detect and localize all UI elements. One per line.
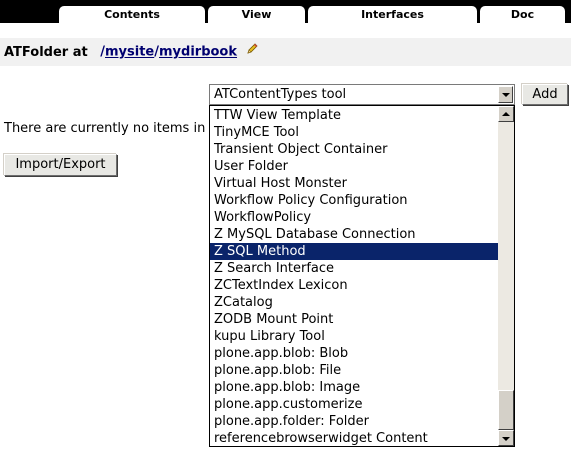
tab-interfaces[interactable]: Interfaces <box>308 6 477 23</box>
empty-folder-message: There are currently no items in <box>4 121 206 136</box>
breadcrumb-link-mydirbook[interactable]: mydirbook <box>159 45 237 60</box>
chevron-down-icon <box>502 437 510 441</box>
dropdown-option[interactable]: Z Search Interface <box>210 260 498 277</box>
add-button[interactable]: Add <box>522 84 568 105</box>
dropdown-option[interactable]: User Folder <box>210 158 498 175</box>
scroll-up-button[interactable] <box>498 106 514 122</box>
dropdown-option[interactable]: plone.app.folder: Folder <box>210 413 498 430</box>
dropdown-option[interactable]: ZCatalog <box>210 294 498 311</box>
dropdown-option[interactable]: Workflow Policy Configuration <box>210 192 498 209</box>
dropdown-option[interactable]: plone.app.blob: Image <box>210 379 498 396</box>
chevron-down-icon <box>502 93 510 97</box>
dropdown-option[interactable]: Transient Object Container <box>210 141 498 158</box>
dropdown-option[interactable]: referencebrowserwidget Content <box>210 430 498 446</box>
dropdown-option[interactable]: ZCTextIndex Lexicon <box>210 277 498 294</box>
dropdown-option[interactable]: plone.app.blob: File <box>210 362 498 379</box>
chevron-up-icon <box>502 112 510 116</box>
dropdown-option[interactable]: Z MySQL Database Connection <box>210 226 498 243</box>
dropdown-option[interactable]: WorkflowPolicy <box>210 209 498 226</box>
tab-contents[interactable]: Contents <box>59 6 205 23</box>
tab-doc[interactable]: Doc <box>480 6 565 23</box>
dropdown-option[interactable]: ZODB Mount Point <box>210 311 498 328</box>
dropdown-option[interactable]: Virtual Host Monster <box>210 175 498 192</box>
dropdown-option[interactable]: plone.app.customerize <box>210 396 498 413</box>
dropdown-option[interactable]: TTW View Template <box>210 107 498 124</box>
dropdown-option[interactable]: plone.app.blob: Blob <box>210 345 498 362</box>
breadcrumb-link-mysite[interactable]: mysite <box>105 45 154 60</box>
dropdown-option[interactable]: kupu Library Tool <box>210 328 498 345</box>
dropdown-option[interactable]: TinyMCE Tool <box>210 124 498 141</box>
pencil-icon[interactable] <box>246 38 258 66</box>
page-title-bar: ATFolder at /mysite/mydirbook <box>0 38 571 66</box>
page-title-lead: ATFolder at <box>4 44 88 60</box>
scroll-down-button[interactable] <box>498 430 514 446</box>
add-type-dropdown-list[interactable]: TTW View Template TinyMCE Tool Transient O… <box>209 105 515 447</box>
scrollbar-thumb[interactable] <box>498 390 514 430</box>
tab-bar: Contents View Interfaces Doc <box>0 0 571 23</box>
add-type-select[interactable]: ATContentTypes tool <box>209 84 515 105</box>
select-arrow-button[interactable] <box>498 86 513 103</box>
import-export-button[interactable]: Import/Export <box>4 154 117 176</box>
dropdown-option[interactable]: Z SQL Method <box>210 243 498 260</box>
dropdown-scrollbar[interactable] <box>498 106 514 446</box>
tab-view[interactable]: View <box>208 6 305 23</box>
add-type-select-value: ATContentTypes tool <box>214 87 347 102</box>
